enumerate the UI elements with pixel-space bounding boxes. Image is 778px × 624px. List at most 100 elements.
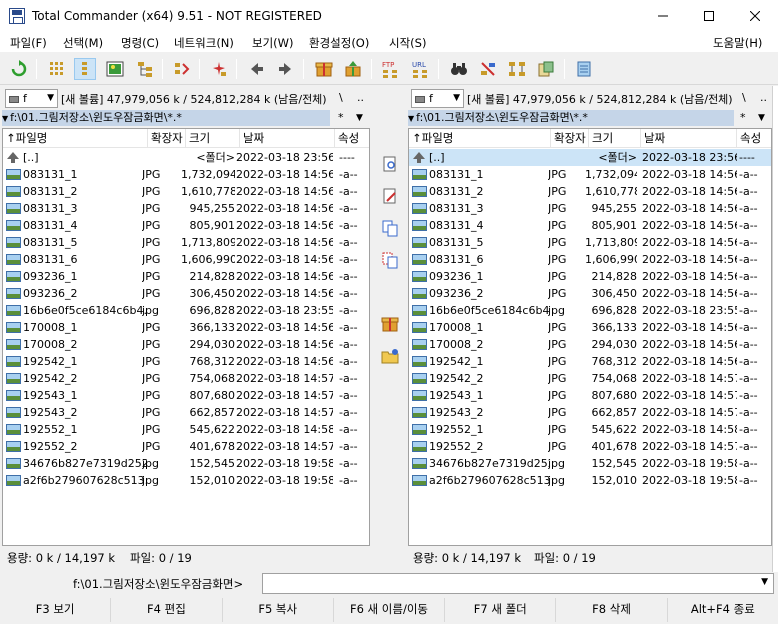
file-row[interactable]: 083131_3 JPG 945,255 2022-03-18 14:56 -a--: [3, 200, 369, 217]
col-name[interactable]: ↑파일명: [409, 129, 551, 148]
f5-copy-button[interactable]: F5 복사: [223, 598, 334, 622]
view-file-icon[interactable]: [380, 154, 400, 174]
minimize-button[interactable]: [640, 0, 686, 32]
file-row[interactable]: 083131_2 JPG 1,610,778 2022-03-18 14:56 -a--: [3, 183, 369, 200]
col-date[interactable]: 날짜: [240, 129, 335, 148]
f3-view-button[interactable]: F3 보기: [0, 598, 112, 622]
menu-help[interactable]: 도움말(H): [713, 35, 762, 51]
left-filter-star[interactable]: *: [338, 110, 344, 126]
new-folder-icon[interactable]: [380, 346, 400, 366]
file-row[interactable]: 083131_5 JPG 1,713,809 2022-03-18 14:56 -a--: [409, 234, 771, 251]
left-up-button[interactable]: ..: [357, 91, 364, 104]
compare-icon[interactable]: [535, 58, 557, 80]
right-filter-star[interactable]: *: [740, 110, 746, 126]
parent-dir-row[interactable]: [..] <폴더> 2022-03-18 23:56 ----: [3, 149, 369, 166]
file-row[interactable]: 083131_5 JPG 1,713,809 2022-03-18 14:56 -a--: [3, 234, 369, 251]
file-row[interactable]: 192552_1 JPG 545,622 2022-03-18 14:58 -a--: [3, 421, 369, 438]
right-path-bar[interactable]: ▼ f:\01.그림저장소\윈도우잠금화면\*.*: [408, 110, 734, 126]
file-row[interactable]: 083131_2 JPG 1,610,778 2022-03-18 14:56 -a--: [409, 183, 771, 200]
file-row[interactable]: 083131_3 JPG 945,255 2022-03-18 14:56 -a--: [409, 200, 771, 217]
file-row[interactable]: 192543_2 JPG 662,857 2022-03-18 14:57 -a--: [3, 404, 369, 421]
menu-configuration[interactable]: 환경설정(O): [309, 35, 369, 51]
search-icon[interactable]: [448, 58, 470, 80]
menu-commands[interactable]: 명령(C): [121, 35, 159, 51]
file-row[interactable]: 083131_4 JPG 805,901 2022-03-18 14:56 -a--: [3, 217, 369, 234]
file-row[interactable]: 083131_6 JPG 1,606,990 2022-03-18 14:56 -a--: [409, 251, 771, 268]
parent-dir-row[interactable]: [..] <폴더> 2022-03-18 23:56 ----: [409, 149, 771, 166]
maximize-button[interactable]: [686, 0, 732, 32]
alt-f4-exit-button[interactable]: Alt+F4 종료: [668, 598, 778, 622]
file-row[interactable]: 192542_2 JPG 754,068 2022-03-18 14:57 -a--: [409, 370, 771, 387]
f8-delete-button[interactable]: F8 삭제: [556, 598, 668, 622]
sync-dirs-icon[interactable]: [506, 58, 528, 80]
col-name[interactable]: ↑파일명: [3, 129, 148, 148]
col-ext[interactable]: 확장자: [551, 129, 589, 148]
right-file-list[interactable]: ↑파일명 확장자 크기 날짜 속성 [..] <폴더> 2022-03-18 23:…: [408, 128, 772, 546]
col-size[interactable]: 크기: [186, 129, 240, 148]
ftp-connect-icon[interactable]: FTP: [380, 58, 402, 80]
forward-icon[interactable]: [274, 58, 296, 80]
file-row[interactable]: 192543_1 JPG 807,680 2022-03-18 14:57 -a--: [409, 387, 771, 404]
col-ext[interactable]: 확장자: [148, 129, 186, 148]
left-filter-dropdown-icon[interactable]: ▼: [356, 110, 363, 126]
col-date[interactable]: 날짜: [641, 129, 737, 148]
menu-file[interactable]: 파일(F): [10, 35, 47, 51]
file-row[interactable]: 093236_1 JPG 214,828 2022-03-18 14:56 -a--: [3, 268, 369, 285]
close-button[interactable]: [732, 0, 778, 32]
file-row[interactable]: 170008_2 JPG 294,030 2022-03-18 14:56 -a--: [409, 336, 771, 353]
file-row[interactable]: 083131_6 JPG 1,606,990 2022-03-18 14:56 -a--: [3, 251, 369, 268]
left-file-list[interactable]: ↑파일명 확장자 크기 날짜 속성 [..] <폴더> 2022-03-18 23:…: [2, 128, 370, 546]
file-row[interactable]: 083131_1 JPG 1,732,094 2022-03-18 14:56 -a--: [3, 166, 369, 183]
url-connect-icon[interactable]: URL: [410, 58, 432, 80]
file-row[interactable]: 083131_4 JPG 805,901 2022-03-18 14:56 -a--: [409, 217, 771, 234]
col-attr[interactable]: 속성: [335, 129, 369, 148]
f4-edit-button[interactable]: F4 편집: [111, 598, 223, 622]
right-up-button[interactable]: ..: [760, 91, 767, 104]
file-row[interactable]: 16b6e0f5ce6184c6b4.. jpg 696,828 2022-03-18…: [3, 302, 369, 319]
menu-select[interactable]: 선택(M): [63, 35, 103, 51]
file-row[interactable]: 083131_1 JPG 1,732,094 2022-03-18 14:56 -a--: [409, 166, 771, 183]
file-row[interactable]: 192552_2 JPG 401,678 2022-03-18 14:57 -a--: [409, 438, 771, 455]
back-icon[interactable]: [246, 58, 268, 80]
right-root-button[interactable]: \: [742, 91, 746, 104]
right-filter-dropdown-icon[interactable]: ▼: [758, 110, 765, 126]
tree-view-icon[interactable]: [134, 58, 156, 80]
f7-new-folder-button[interactable]: F7 새 폴더: [445, 598, 557, 622]
file-row[interactable]: 192543_2 JPG 662,857 2022-03-18 14:57 -a--: [409, 404, 771, 421]
thumbnail-view-icon[interactable]: [104, 58, 126, 80]
file-row[interactable]: 170008_1 JPG 366,133 2022-03-18 14:56 -a--: [409, 319, 771, 336]
move-files-icon[interactable]: [380, 250, 400, 270]
col-attr[interactable]: 속성: [737, 129, 771, 148]
file-row[interactable]: 192543_1 JPG 807,680 2022-03-18 14:57 -a--: [3, 387, 369, 404]
right-drive-select[interactable]: f ▼: [411, 89, 464, 108]
notepad-icon[interactable]: [573, 58, 595, 80]
file-row[interactable]: a2f6b279607628c513.. jpg 152,010 2022-03-18…: [409, 472, 771, 489]
refresh-icon[interactable]: [8, 58, 30, 80]
invert-selection-icon[interactable]: [171, 58, 193, 80]
file-row[interactable]: 34676b827e7319d252.. jpg 152,545 2022-03-18…: [409, 455, 771, 472]
file-row[interactable]: 192542_1 JPG 768,312 2022-03-18 14:56 -a--: [3, 353, 369, 370]
left-root-button[interactable]: \: [339, 91, 343, 104]
file-row[interactable]: 093236_2 JPG 306,450 2022-03-18 14:56 -a--: [409, 285, 771, 302]
unpack-icon[interactable]: [342, 58, 364, 80]
full-view-icon[interactable]: [74, 58, 96, 80]
file-row[interactable]: 192552_2 JPG 401,678 2022-03-18 14:57 -a--: [3, 438, 369, 455]
menu-network[interactable]: 네트워크(N): [174, 35, 234, 51]
chevron-down-icon[interactable]: ▼: [761, 577, 768, 587]
file-row[interactable]: 192542_1 JPG 768,312 2022-03-18 14:56 -a--: [409, 353, 771, 370]
rename-tool-icon[interactable]: [477, 58, 499, 80]
menu-view[interactable]: 보기(W): [252, 35, 294, 51]
command-line-input[interactable]: ▼: [262, 573, 774, 594]
file-row[interactable]: 170008_1 JPG 366,133 2022-03-18 14:56 -a--: [3, 319, 369, 336]
col-size[interactable]: 크기: [589, 129, 641, 148]
file-row[interactable]: a2f6b279607628c513.. jpg 152,010 2022-03-18…: [3, 472, 369, 489]
menu-start[interactable]: 시작(S): [389, 35, 426, 51]
file-row[interactable]: 093236_2 JPG 306,450 2022-03-18 14:56 -a--: [3, 285, 369, 302]
left-path-bar[interactable]: ▼ f:\01.그림저장소\윈도우잠금화면\*.*: [2, 110, 330, 126]
file-row[interactable]: 192552_1 JPG 545,622 2022-03-18 14:58 -a--: [409, 421, 771, 438]
edit-file-icon[interactable]: [380, 186, 400, 206]
pack-icon[interactable]: [313, 58, 335, 80]
file-row[interactable]: 34676b827e7319d252.. jpg 152,545 2022-03-18…: [3, 455, 369, 472]
copy-files-icon[interactable]: [380, 218, 400, 238]
file-row[interactable]: 170008_2 JPG 294,030 2022-03-18 14:56 -a--: [3, 336, 369, 353]
